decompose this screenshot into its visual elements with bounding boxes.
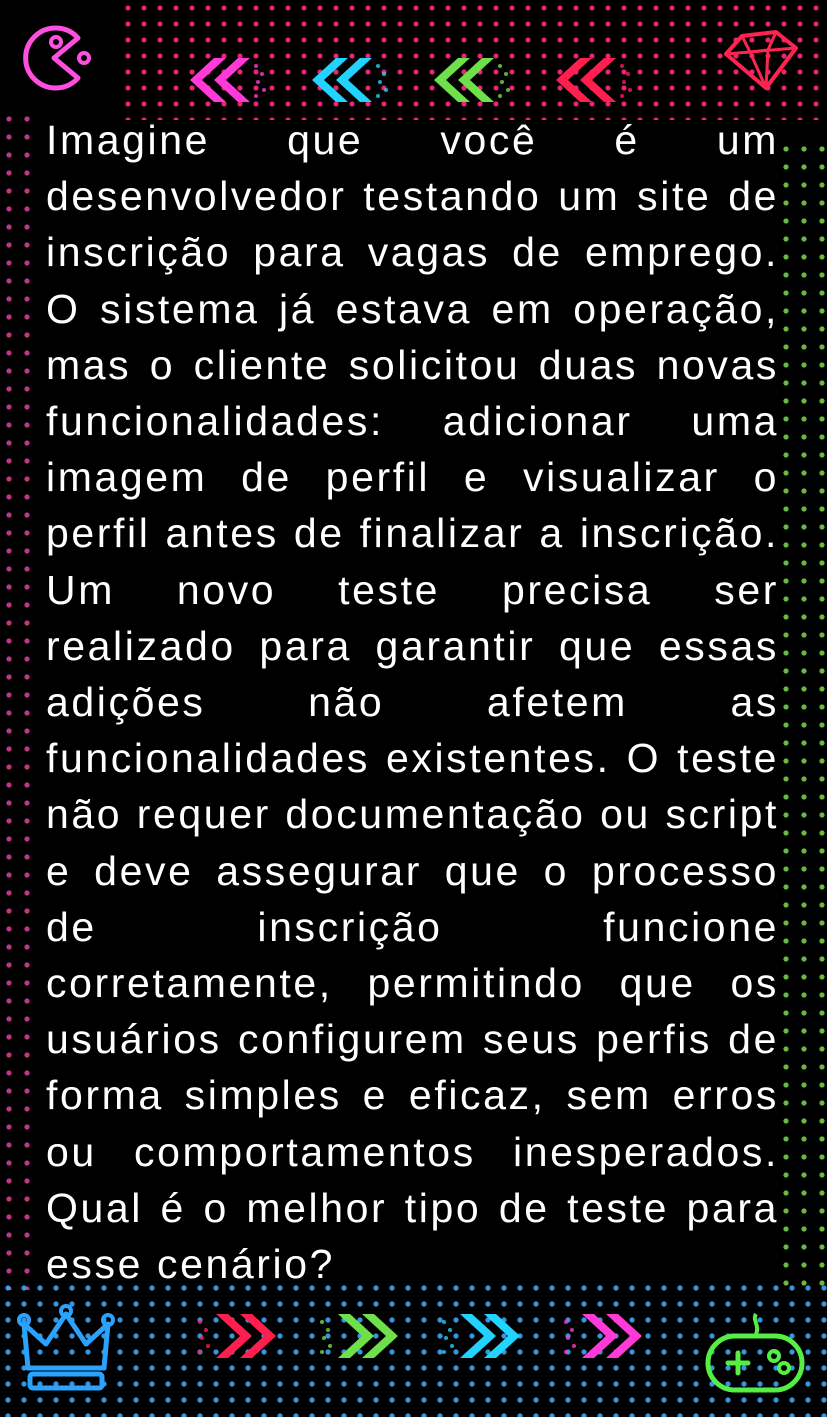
chevron-left-pink-icon bbox=[190, 58, 266, 102]
chevron-left-green-icon bbox=[434, 58, 510, 102]
chevron-right-red-icon bbox=[198, 1314, 276, 1358]
chevron-left-cyan-icon bbox=[312, 58, 388, 102]
page: Imagine que você é um desenvolvedor test… bbox=[0, 0, 827, 1417]
dot-pattern-right bbox=[777, 140, 827, 1290]
bottom-chevron-row bbox=[194, 1312, 644, 1360]
chevron-right-cyan-icon bbox=[442, 1314, 520, 1358]
pacman-icon bbox=[16, 20, 96, 101]
top-chevron-row bbox=[188, 56, 638, 104]
chevron-right-green-icon bbox=[320, 1314, 398, 1358]
chevron-left-red-icon bbox=[556, 58, 632, 102]
crown-icon bbox=[14, 1304, 118, 1399]
diamond-icon bbox=[720, 28, 802, 97]
gamepad-icon bbox=[704, 1312, 808, 1403]
dot-pattern-left bbox=[0, 110, 40, 1290]
question-text: Imagine que você é um desenvolvedor test… bbox=[46, 117, 779, 1288]
chevron-right-pink-icon bbox=[564, 1314, 642, 1358]
